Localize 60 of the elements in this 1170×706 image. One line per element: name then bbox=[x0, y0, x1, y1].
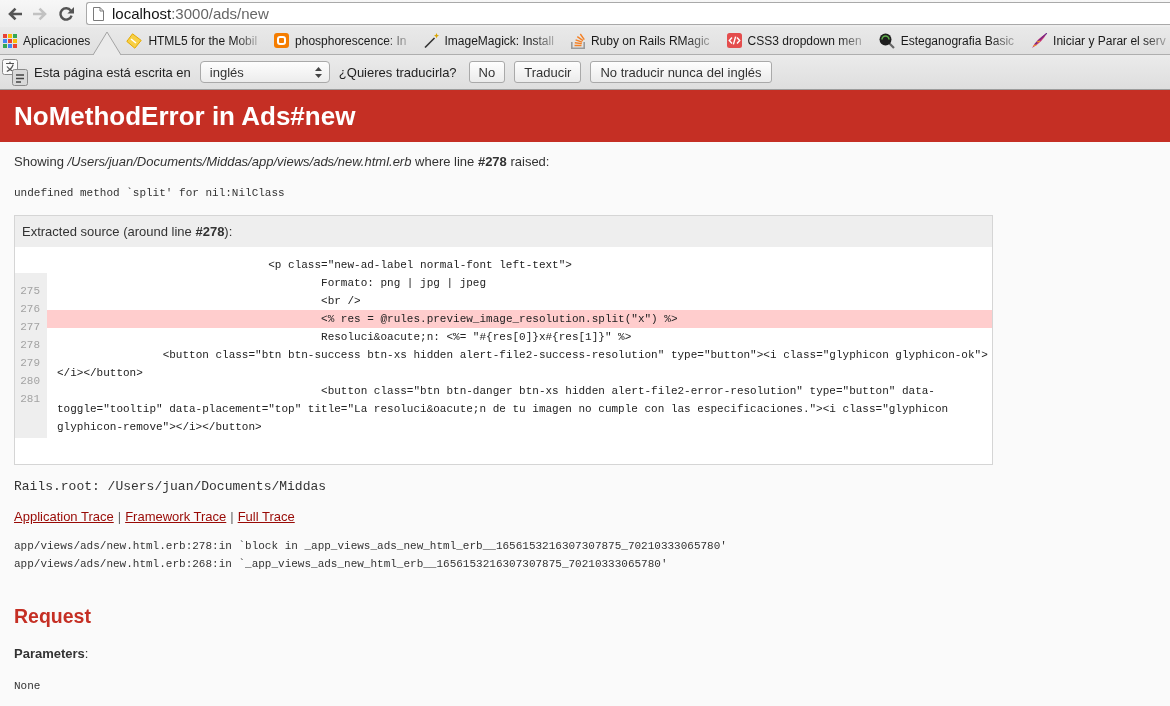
page-icon bbox=[93, 6, 104, 21]
apps-grid-icon bbox=[3, 33, 17, 48]
updown-arrows-icon bbox=[314, 66, 322, 78]
reload-icon bbox=[58, 5, 74, 22]
trace-line: app/views/ads/new.html.erb:278:in `block in _app_views_ads_new_html_erb__1656153216307307875_70210333065780' bbox=[14, 539, 727, 554]
error-title: NoMethodError in Ads#new bbox=[14, 101, 356, 131]
bookmark[interactable]: ImageMagick: Install bbox=[423, 30, 554, 51]
error-message: undefined method `split' for nil:NilClass bbox=[14, 186, 285, 200]
parameters-value: None bbox=[14, 679, 41, 693]
bookmark[interactable]: Iniciar y Parar el serv bbox=[1031, 30, 1166, 51]
line-number: 277 bbox=[20, 320, 40, 335]
section-heading: Request bbox=[14, 604, 91, 629]
language-select[interactable]: inglés bbox=[199, 61, 330, 83]
code-text: Formato: png | jpg | jpeg bbox=[321, 277, 487, 289]
trace-link[interactable]: Application Trace bbox=[14, 509, 114, 525]
link-separator: | bbox=[117, 509, 122, 525]
translate-button[interactable]: Traducir bbox=[514, 61, 582, 83]
square-logo-icon bbox=[274, 33, 290, 48]
line-number: 276 bbox=[20, 302, 40, 317]
bookmark[interactable]: Ruby on Rails RMagic bbox=[570, 30, 710, 51]
line-number: 280 bbox=[20, 374, 40, 389]
bookmark[interactable]: HTML5 for the Mobil bbox=[126, 30, 258, 51]
address-field[interactable]: localhost:3000/ads/new bbox=[86, 2, 1170, 25]
rails-root-text: Rails.root: /Users/juan/Documents/Middas bbox=[14, 479, 327, 495]
source-title: Extracted source (around line #278): bbox=[22, 223, 233, 240]
code-icon bbox=[726, 33, 742, 48]
error-location-text: Showing /Users/juan/Documents/Middas/app/views/ads/new.html.erb where line #278 raised: bbox=[14, 154, 550, 170]
trace-link[interactable]: Full Trace bbox=[237, 509, 295, 525]
line-number: 279 bbox=[20, 356, 40, 371]
magnifier-icon bbox=[878, 32, 895, 49]
code-text: <button class="btn btn-success btn-xs hidden alert-file2-success-resolution" type="button"><i class="glyphicon glyphicon-ok"> bbox=[162, 349, 988, 361]
line-number: 278 bbox=[20, 338, 40, 353]
code-text: <button class="btn btn-danger btn-xs hidden alert-file2-error-resolution" type="button" data- bbox=[321, 385, 935, 397]
no-button[interactable]: No bbox=[468, 61, 506, 83]
trace-link[interactable]: Framework Trace bbox=[125, 509, 227, 525]
wand-icon bbox=[423, 33, 439, 48]
stacked-tray-icon bbox=[570, 32, 585, 49]
bookmark[interactable]: Aplicaciones bbox=[3, 30, 91, 51]
code-text: glyphicon-remove"></i></button> bbox=[57, 421, 262, 433]
bookmark[interactable]: CSS3 dropdown men bbox=[726, 30, 862, 51]
feather-icon bbox=[1031, 32, 1048, 49]
code-text: <% res = @rules.preview_image_resolution.split("x") %> bbox=[321, 313, 678, 325]
forward-arrow-icon bbox=[32, 6, 48, 21]
trace-line: app/views/ads/new.html.erb:268:in `_app_views_ads_new_html_erb__1656153216307307875_70210333065780' bbox=[14, 557, 668, 572]
translate-icon bbox=[2, 58, 28, 86]
bookmark[interactable]: phosphorescence: In bbox=[274, 30, 407, 51]
translate-question: ¿Quieres traducirla? bbox=[338, 64, 457, 80]
line-number: 275 bbox=[20, 284, 40, 299]
never-translate-button[interactable]: No traducir nunca del inglés bbox=[590, 61, 772, 83]
bookmark[interactable]: Esteganografia Basic bbox=[878, 30, 1015, 51]
code-text: </i></button> bbox=[57, 367, 143, 379]
link-separator: | bbox=[230, 509, 234, 525]
code-text: <p class="new-ad-label normal-font left-text"> bbox=[268, 259, 572, 271]
code-text: Resoluci&oacute;n: <%= "#{res[0]}x#{res[1]}" %> bbox=[321, 331, 632, 343]
code-text: <br /> bbox=[321, 295, 361, 307]
parameters-label: Parameters: bbox=[14, 646, 89, 662]
line-number: 281 bbox=[20, 392, 40, 407]
translate-message: Esta página está escrita en bbox=[34, 64, 191, 80]
back-arrow-icon bbox=[6, 6, 22, 21]
code-text: toggle="tooltip" data-placement="top" title="La resoluci&oacute;n de tu imagen no cumple con las especificaciones."><i class="glyphicon bbox=[57, 403, 949, 415]
